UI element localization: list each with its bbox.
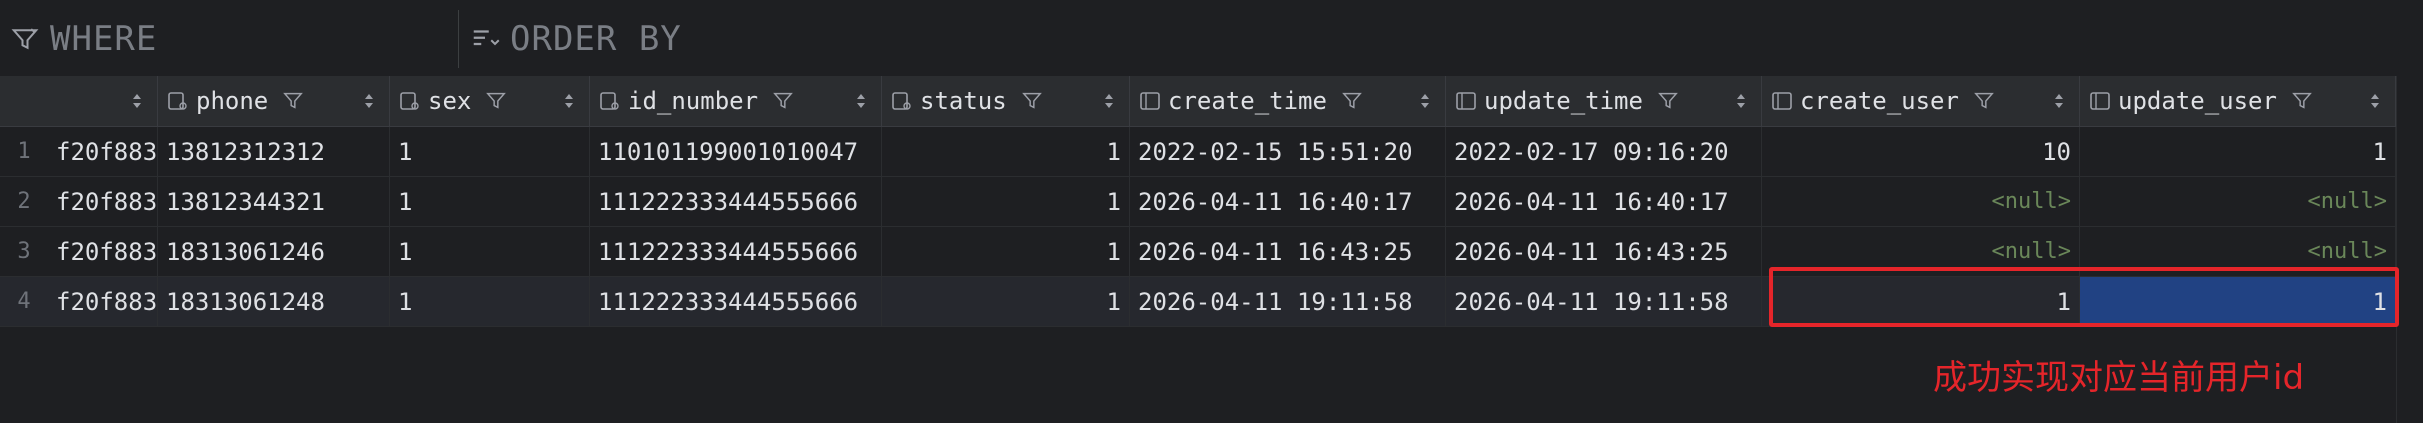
cell-create-user[interactable]: 10 — [1762, 127, 2080, 176]
column-header-id[interactable] — [48, 76, 158, 126]
column-header-phone[interactable]: phone — [158, 76, 390, 126]
column-filter-icon[interactable] — [1657, 90, 1679, 112]
column-header-status[interactable]: status — [882, 76, 1130, 126]
column-filter-icon[interactable] — [2291, 90, 2313, 112]
cell-update-time[interactable]: 2026-04-11 16:40:17 — [1446, 177, 1762, 226]
column-icon — [1772, 92, 1792, 110]
column-filter-icon[interactable] — [772, 90, 794, 112]
column-header-update-user[interactable]: update_user — [2080, 76, 2396, 126]
cell-id[interactable]: f20f883e — [48, 127, 158, 176]
order-by-input[interactable]: ORDER BY — [470, 10, 1070, 68]
sort-toggle-icon[interactable] — [855, 90, 867, 112]
cell-status[interactable]: 1 — [882, 177, 1130, 226]
cell-sex[interactable]: 1 — [390, 277, 590, 326]
cell-id-number[interactable]: 111222333444555666 — [590, 227, 882, 276]
column-label: status — [920, 87, 1007, 115]
cell-create-user[interactable]: <null> — [1762, 177, 2080, 226]
cell-update-user[interactable]: <null> — [2080, 177, 2396, 226]
sort-toggle-icon[interactable] — [363, 90, 375, 112]
sort-toggle-icon[interactable] — [2053, 90, 2065, 112]
row-number: 2 — [17, 189, 31, 214]
cell-phone[interactable]: 18313061246 — [158, 227, 390, 276]
table-row[interactable]: 1 f20f883e 13812312312 1 110101199001010… — [0, 127, 2423, 177]
order-by-label: ORDER BY — [510, 19, 682, 59]
highlight-box-annotation — [1769, 267, 2399, 327]
filter-icon — [11, 28, 39, 50]
column-icon — [600, 92, 619, 110]
row-number: 4 — [17, 289, 31, 314]
cell-id-number[interactable]: 110101199001010047 — [590, 127, 882, 176]
cell-update-time[interactable]: 2022-02-17 09:16:20 — [1446, 127, 1762, 176]
sort-toggle-icon[interactable] — [131, 90, 143, 112]
column-label: update_time — [1484, 87, 1643, 115]
column-label: create_time — [1168, 87, 1327, 115]
column-label: id_number — [628, 87, 759, 115]
column-icon — [892, 92, 911, 110]
column-header-sex[interactable]: sex — [390, 76, 590, 126]
column-icon — [2090, 92, 2110, 110]
column-filter-icon[interactable] — [1973, 90, 1995, 112]
where-label: WHERE — [50, 19, 158, 59]
cell-create-time[interactable]: 2026-04-11 19:11:58 — [1130, 277, 1446, 326]
cell-update-time[interactable]: 2026-04-11 16:43:25 — [1446, 227, 1762, 276]
grid-header: phone sex id_number status create_time u… — [0, 76, 2423, 127]
annotation-text: 成功实现对应当前用户id — [1933, 358, 2305, 398]
column-header-id-number[interactable]: id_number — [590, 76, 882, 126]
row-number: 3 — [17, 239, 31, 264]
sort-toggle-icon[interactable] — [1735, 90, 1747, 112]
sort-toggle-icon[interactable] — [2369, 90, 2381, 112]
column-label: update_user — [2118, 87, 2277, 115]
column-icon — [1456, 92, 1476, 110]
cell-update-user[interactable]: 1 — [2080, 127, 2396, 176]
column-icon — [1140, 92, 1160, 110]
sort-toggle-icon[interactable] — [1103, 90, 1115, 112]
cell-id[interactable]: f20f883e — [48, 277, 158, 326]
cell-phone[interactable]: 13812312312 — [158, 127, 390, 176]
cell-create-time[interactable]: 2026-04-11 16:40:17 — [1130, 177, 1446, 226]
column-header-update-time[interactable]: update_time — [1446, 76, 1762, 126]
column-label: phone — [196, 87, 269, 115]
cell-phone[interactable]: 13812344321 — [158, 177, 390, 226]
cell-id-number[interactable]: 111222333444555666 — [590, 177, 882, 226]
cell-status[interactable]: 1 — [882, 227, 1130, 276]
column-header-create-time[interactable]: create_time — [1130, 76, 1446, 126]
cell-status[interactable]: 1 — [882, 277, 1130, 326]
vertical-scrollbar[interactable] — [2396, 76, 2423, 423]
column-filter-icon[interactable] — [485, 90, 507, 112]
cell-update-time[interactable]: 2026-04-11 19:11:58 — [1446, 277, 1762, 326]
row-number: 1 — [17, 139, 31, 164]
column-icon — [168, 92, 187, 110]
cell-sex[interactable]: 1 — [390, 127, 590, 176]
column-filter-icon[interactable] — [1021, 90, 1043, 112]
sort-toggle-icon[interactable] — [1419, 90, 1431, 112]
cell-sex[interactable]: 1 — [390, 177, 590, 226]
filter-bar: WHERE ORDER BY — [0, 0, 2423, 77]
sort-toggle-icon[interactable] — [563, 90, 575, 112]
where-filter-input[interactable]: WHERE — [10, 10, 455, 68]
column-label: sex — [428, 87, 472, 115]
sort-icon — [473, 30, 500, 46]
cell-status[interactable]: 1 — [882, 127, 1130, 176]
column-filter-icon[interactable] — [282, 90, 304, 112]
cell-id[interactable]: f20f883e — [48, 227, 158, 276]
filter-divider — [458, 10, 459, 68]
cell-create-time[interactable]: 2022-02-15 15:51:20 — [1130, 127, 1446, 176]
cell-id[interactable]: f20f883e — [48, 177, 158, 226]
column-label: create_user — [1800, 87, 1959, 115]
cell-id-number[interactable]: 111222333444555666 — [590, 277, 882, 326]
table-row[interactable]: 2 f20f883e 13812344321 1 111222333444555… — [0, 177, 2423, 227]
column-header-create-user[interactable]: create_user — [1762, 76, 2080, 126]
cell-create-time[interactable]: 2026-04-11 16:43:25 — [1130, 227, 1446, 276]
column-icon — [400, 92, 419, 110]
cell-phone[interactable]: 18313061248 — [158, 277, 390, 326]
column-filter-icon[interactable] — [1341, 90, 1363, 112]
cell-sex[interactable]: 1 — [390, 227, 590, 276]
